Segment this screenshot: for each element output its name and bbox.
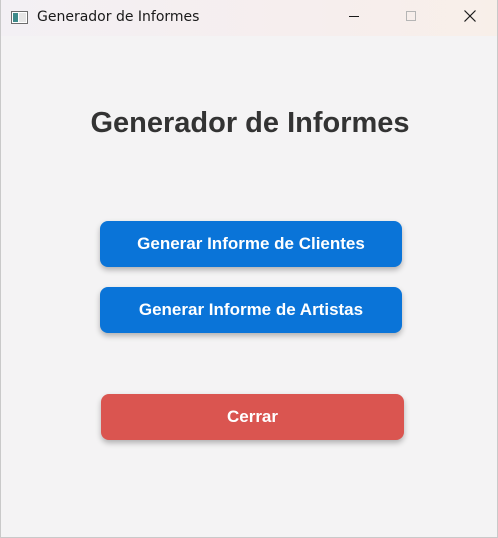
generate-artists-report-button[interactable]: Generar Informe de Artistas	[100, 287, 402, 333]
generate-artists-report-label: Generar Informe de Artistas	[138, 300, 364, 319]
page-title: Generador de Informes	[90, 107, 410, 139]
close-window-button[interactable]	[447, 0, 493, 36]
app-window-icon	[11, 11, 28, 24]
close-icon	[463, 9, 477, 28]
generate-clients-report-button[interactable]: Generar Informe de Clientes	[100, 221, 402, 267]
close-button[interactable]: Cerrar	[101, 394, 404, 440]
minimize-icon	[348, 9, 360, 27]
generate-clients-report-label: Generar Informe de Clientes	[137, 234, 365, 253]
minimize-button[interactable]	[331, 0, 377, 36]
maximize-icon	[405, 9, 417, 27]
window-title: Generador de Informes	[37, 9, 200, 25]
app-window: Generador de Informes Generador de Infor…	[0, 0, 498, 538]
title-bar[interactable]: Generador de Informes	[1, 0, 497, 36]
close-button-label: Cerrar	[226, 407, 279, 426]
maximize-button[interactable]	[388, 0, 434, 36]
